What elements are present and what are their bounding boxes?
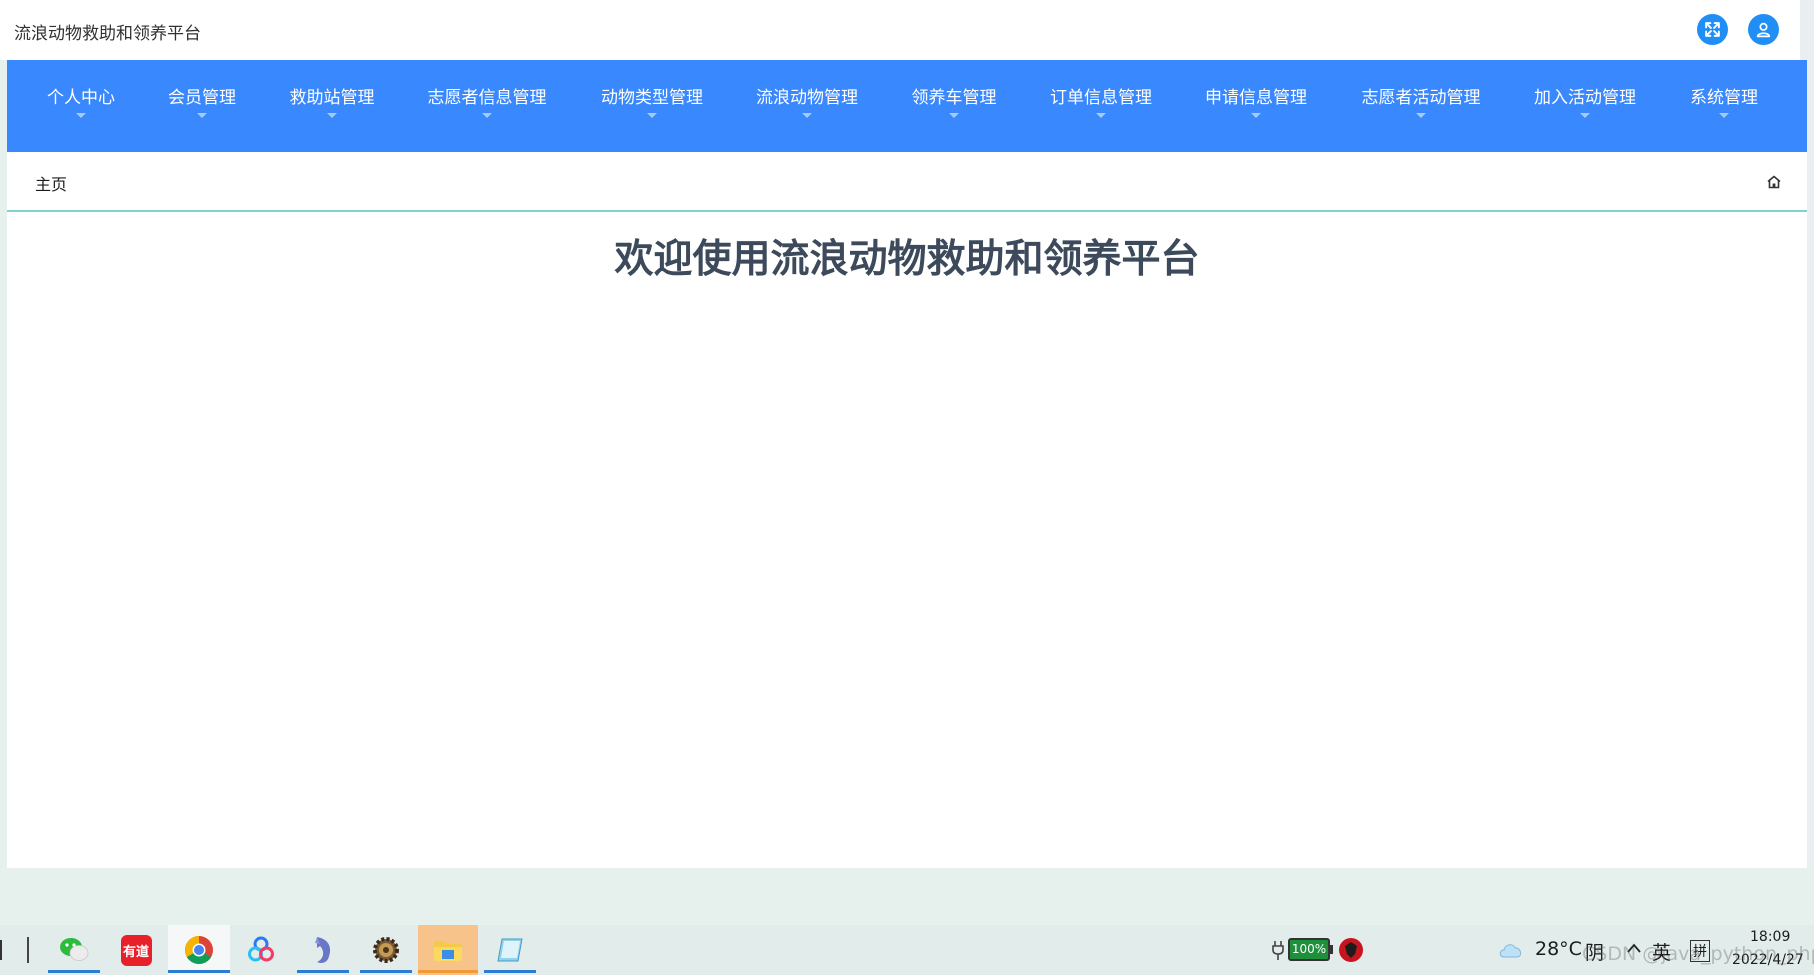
caret-down-icon (482, 113, 492, 118)
taskbar-running-indicator (418, 970, 478, 973)
power-plug-icon[interactable] (1270, 939, 1286, 961)
caret-down-icon (327, 113, 337, 118)
top-header: 流浪动物救助和领养平台 (0, 0, 1814, 60)
battery-percentage: 100% (1291, 942, 1327, 956)
baidu-netdisk-icon (248, 936, 274, 962)
caret-down-icon (1251, 113, 1261, 118)
nav-item-label: 志愿者活动管理 (1361, 88, 1481, 108)
caret-down-icon (1580, 113, 1590, 118)
taskbar-running-indicator (297, 970, 349, 973)
nav-item-label: 志愿者信息管理 (427, 88, 547, 108)
user-button[interactable] (1748, 14, 1779, 45)
file-explorer-icon (434, 941, 462, 961)
gear-app-icon (373, 937, 399, 963)
nav-item-label: 会员管理 (168, 88, 236, 108)
fullscreen-button[interactable] (1697, 14, 1728, 45)
user-icon (1756, 22, 1771, 38)
nav-item-label: 个人中心 (47, 88, 115, 108)
dolphin-app-icon (315, 937, 331, 963)
caret-down-icon (1719, 113, 1729, 118)
nav-item-label: 申请信息管理 (1205, 88, 1307, 108)
caret-down-icon (802, 113, 812, 118)
main-nav-bar: 个人中心 会员管理 救助站管理 志愿者信息管理 动物类型管理 流浪动物管理 领养… (7, 60, 1807, 152)
csdn-watermark: CSDN @java_python_php (1582, 943, 1814, 965)
nav-item-label: 领养车管理 (911, 88, 997, 108)
taskbar-running-indicator (484, 970, 536, 973)
nav-item-label: 救助站管理 (289, 88, 375, 108)
chrome-icon (185, 936, 213, 964)
taskbar-app-file-explorer[interactable] (418, 925, 478, 975)
weather-temperature[interactable]: 28°C (1535, 938, 1582, 960)
taskbar-edge-marker (0, 940, 2, 960)
taskbar-running-indicator (360, 970, 412, 973)
wechat-icon (60, 938, 89, 961)
app-title: 流浪动物救助和领养平台 (14, 24, 201, 44)
taskbar-app-dolphin[interactable] (297, 925, 349, 975)
os-taskbar: 有道 100% 28°C 阴 英 拼 18:09 2022/4/27 (0, 925, 1814, 975)
task-view-separator (27, 937, 29, 963)
battery-nub (1330, 945, 1333, 954)
taskbar-app-chrome[interactable] (168, 925, 230, 975)
nav-item-label: 系统管理 (1690, 88, 1758, 108)
taskbar-running-indicator (168, 970, 230, 973)
fullscreen-icon (1705, 22, 1720, 37)
shield-app-icon[interactable] (1338, 937, 1364, 963)
battery-indicator[interactable]: 100% (1288, 938, 1330, 961)
taskbar-app-youdao[interactable]: 有道 (111, 925, 161, 975)
nav-item-label: 加入活动管理 (1534, 88, 1636, 108)
nav-item-label: 流浪动物管理 (756, 88, 858, 108)
caret-down-icon (76, 113, 86, 118)
caret-down-icon (197, 113, 207, 118)
taskbar-running-indicator (48, 970, 100, 973)
welcome-heading: 欢迎使用流浪动物救助和领养平台 (614, 237, 1200, 282)
caret-down-icon (1096, 113, 1106, 118)
taskbar-app-wechat[interactable] (48, 925, 100, 975)
home-icon[interactable] (1764, 172, 1784, 192)
taskbar-app-gear[interactable] (360, 925, 412, 975)
breadcrumb: 主页 (7, 152, 1807, 212)
caret-down-icon (647, 113, 657, 118)
notepad-icon (497, 938, 523, 962)
main-content: 欢迎使用流浪动物救助和领养平台 (7, 212, 1807, 868)
youdao-icon-text: 有道 (122, 944, 149, 960)
youdao-icon: 有道 (120, 934, 152, 966)
cloud-weather-icon[interactable] (1497, 939, 1525, 959)
breadcrumb-home-link[interactable]: 主页 (35, 171, 67, 195)
caret-down-icon (949, 113, 959, 118)
nav-item-label: 订单信息管理 (1050, 88, 1152, 108)
nav-item-label: 动物类型管理 (601, 88, 703, 108)
taskbar-app-notepad[interactable] (484, 925, 536, 975)
caret-down-icon (1416, 113, 1426, 118)
taskbar-app-baidu-netdisk[interactable] (236, 925, 286, 975)
